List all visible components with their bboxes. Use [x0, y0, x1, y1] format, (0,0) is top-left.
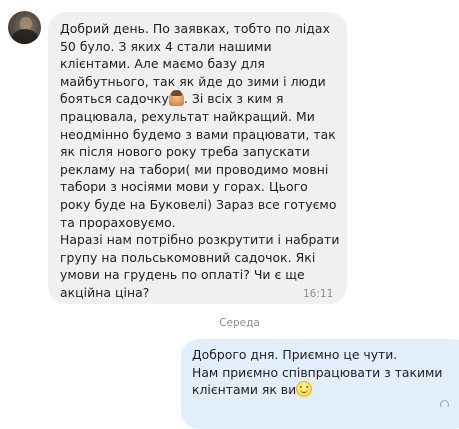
date-separator-label: Середа: [219, 317, 260, 329]
avatar-body: [12, 29, 38, 44]
incoming-message-time: 16:11: [303, 288, 334, 300]
outgoing-message-text: Доброго дня. Приємно це чути. Нам приємн…: [192, 346, 452, 399]
smiling-face-emoji-icon: [296, 381, 313, 398]
woman-tipping-hand-emoji-icon: [168, 90, 184, 107]
date-separator: Середа: [0, 317, 459, 329]
incoming-text-part-2: . Зі всіх з ким я працювала, рехультат н…: [60, 91, 340, 300]
incoming-message-text: Добрий день. По заявках, тобто по лідах …: [60, 20, 342, 302]
message-status-icon: [440, 398, 450, 407]
outgoing-text: Доброго дня. Приємно це чути. Нам приємн…: [192, 347, 443, 398]
sender-avatar[interactable]: [8, 11, 41, 44]
